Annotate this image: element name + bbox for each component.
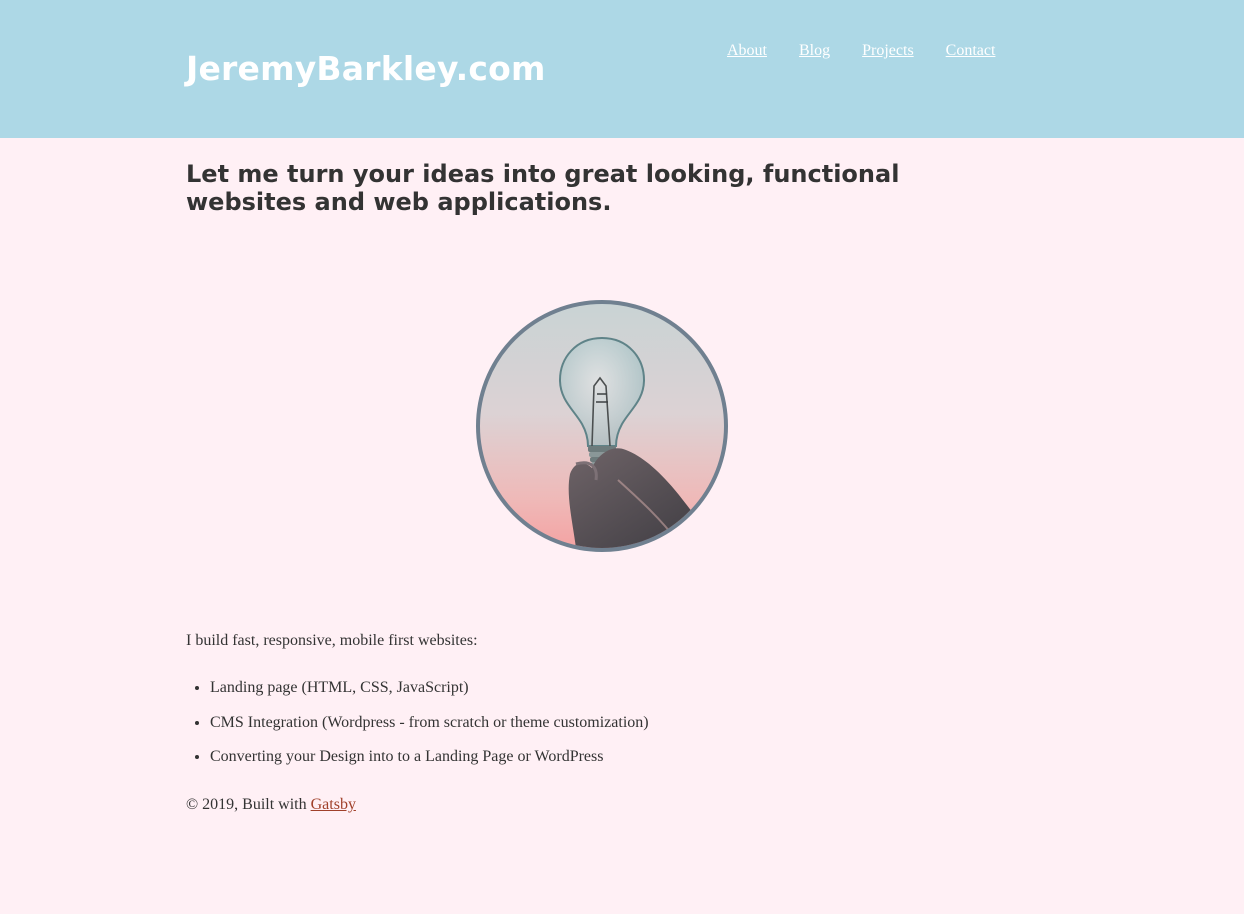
page-headline: Let me turn your ideas into great lookin…	[186, 160, 900, 216]
list-item: CMS Integration (Wordpress - from scratc…	[210, 713, 649, 733]
list-item: Landing page (HTML, CSS, JavaScript)	[210, 678, 649, 698]
site-header: JeremyBarkley.com About Blog Projects Co…	[0, 0, 1244, 138]
site-footer: © 2019, Built with Gatsby	[186, 795, 356, 815]
lightbulb-in-hand-icon	[476, 300, 728, 552]
copyright-text: © 2019, Built with	[186, 796, 307, 813]
main-nav: About Blog Projects Contact	[727, 41, 1027, 61]
list-item: Converting your Design into to a Landing…	[210, 747, 649, 767]
nav-link-contact[interactable]: Contact	[946, 41, 996, 61]
hero-illustration	[558, 336, 720, 548]
nav-link-blog[interactable]: Blog	[799, 41, 830, 61]
site-title-link[interactable]: JeremyBarkley.com	[186, 48, 546, 90]
nav-link-about[interactable]: About	[727, 41, 767, 61]
nav-link-projects[interactable]: Projects	[862, 41, 914, 61]
gatsby-link[interactable]: Gatsby	[311, 796, 356, 813]
intro-text: I build fast, responsive, mobile first w…	[186, 632, 478, 649]
services-list: Landing page (HTML, CSS, JavaScript) CMS…	[186, 678, 649, 782]
